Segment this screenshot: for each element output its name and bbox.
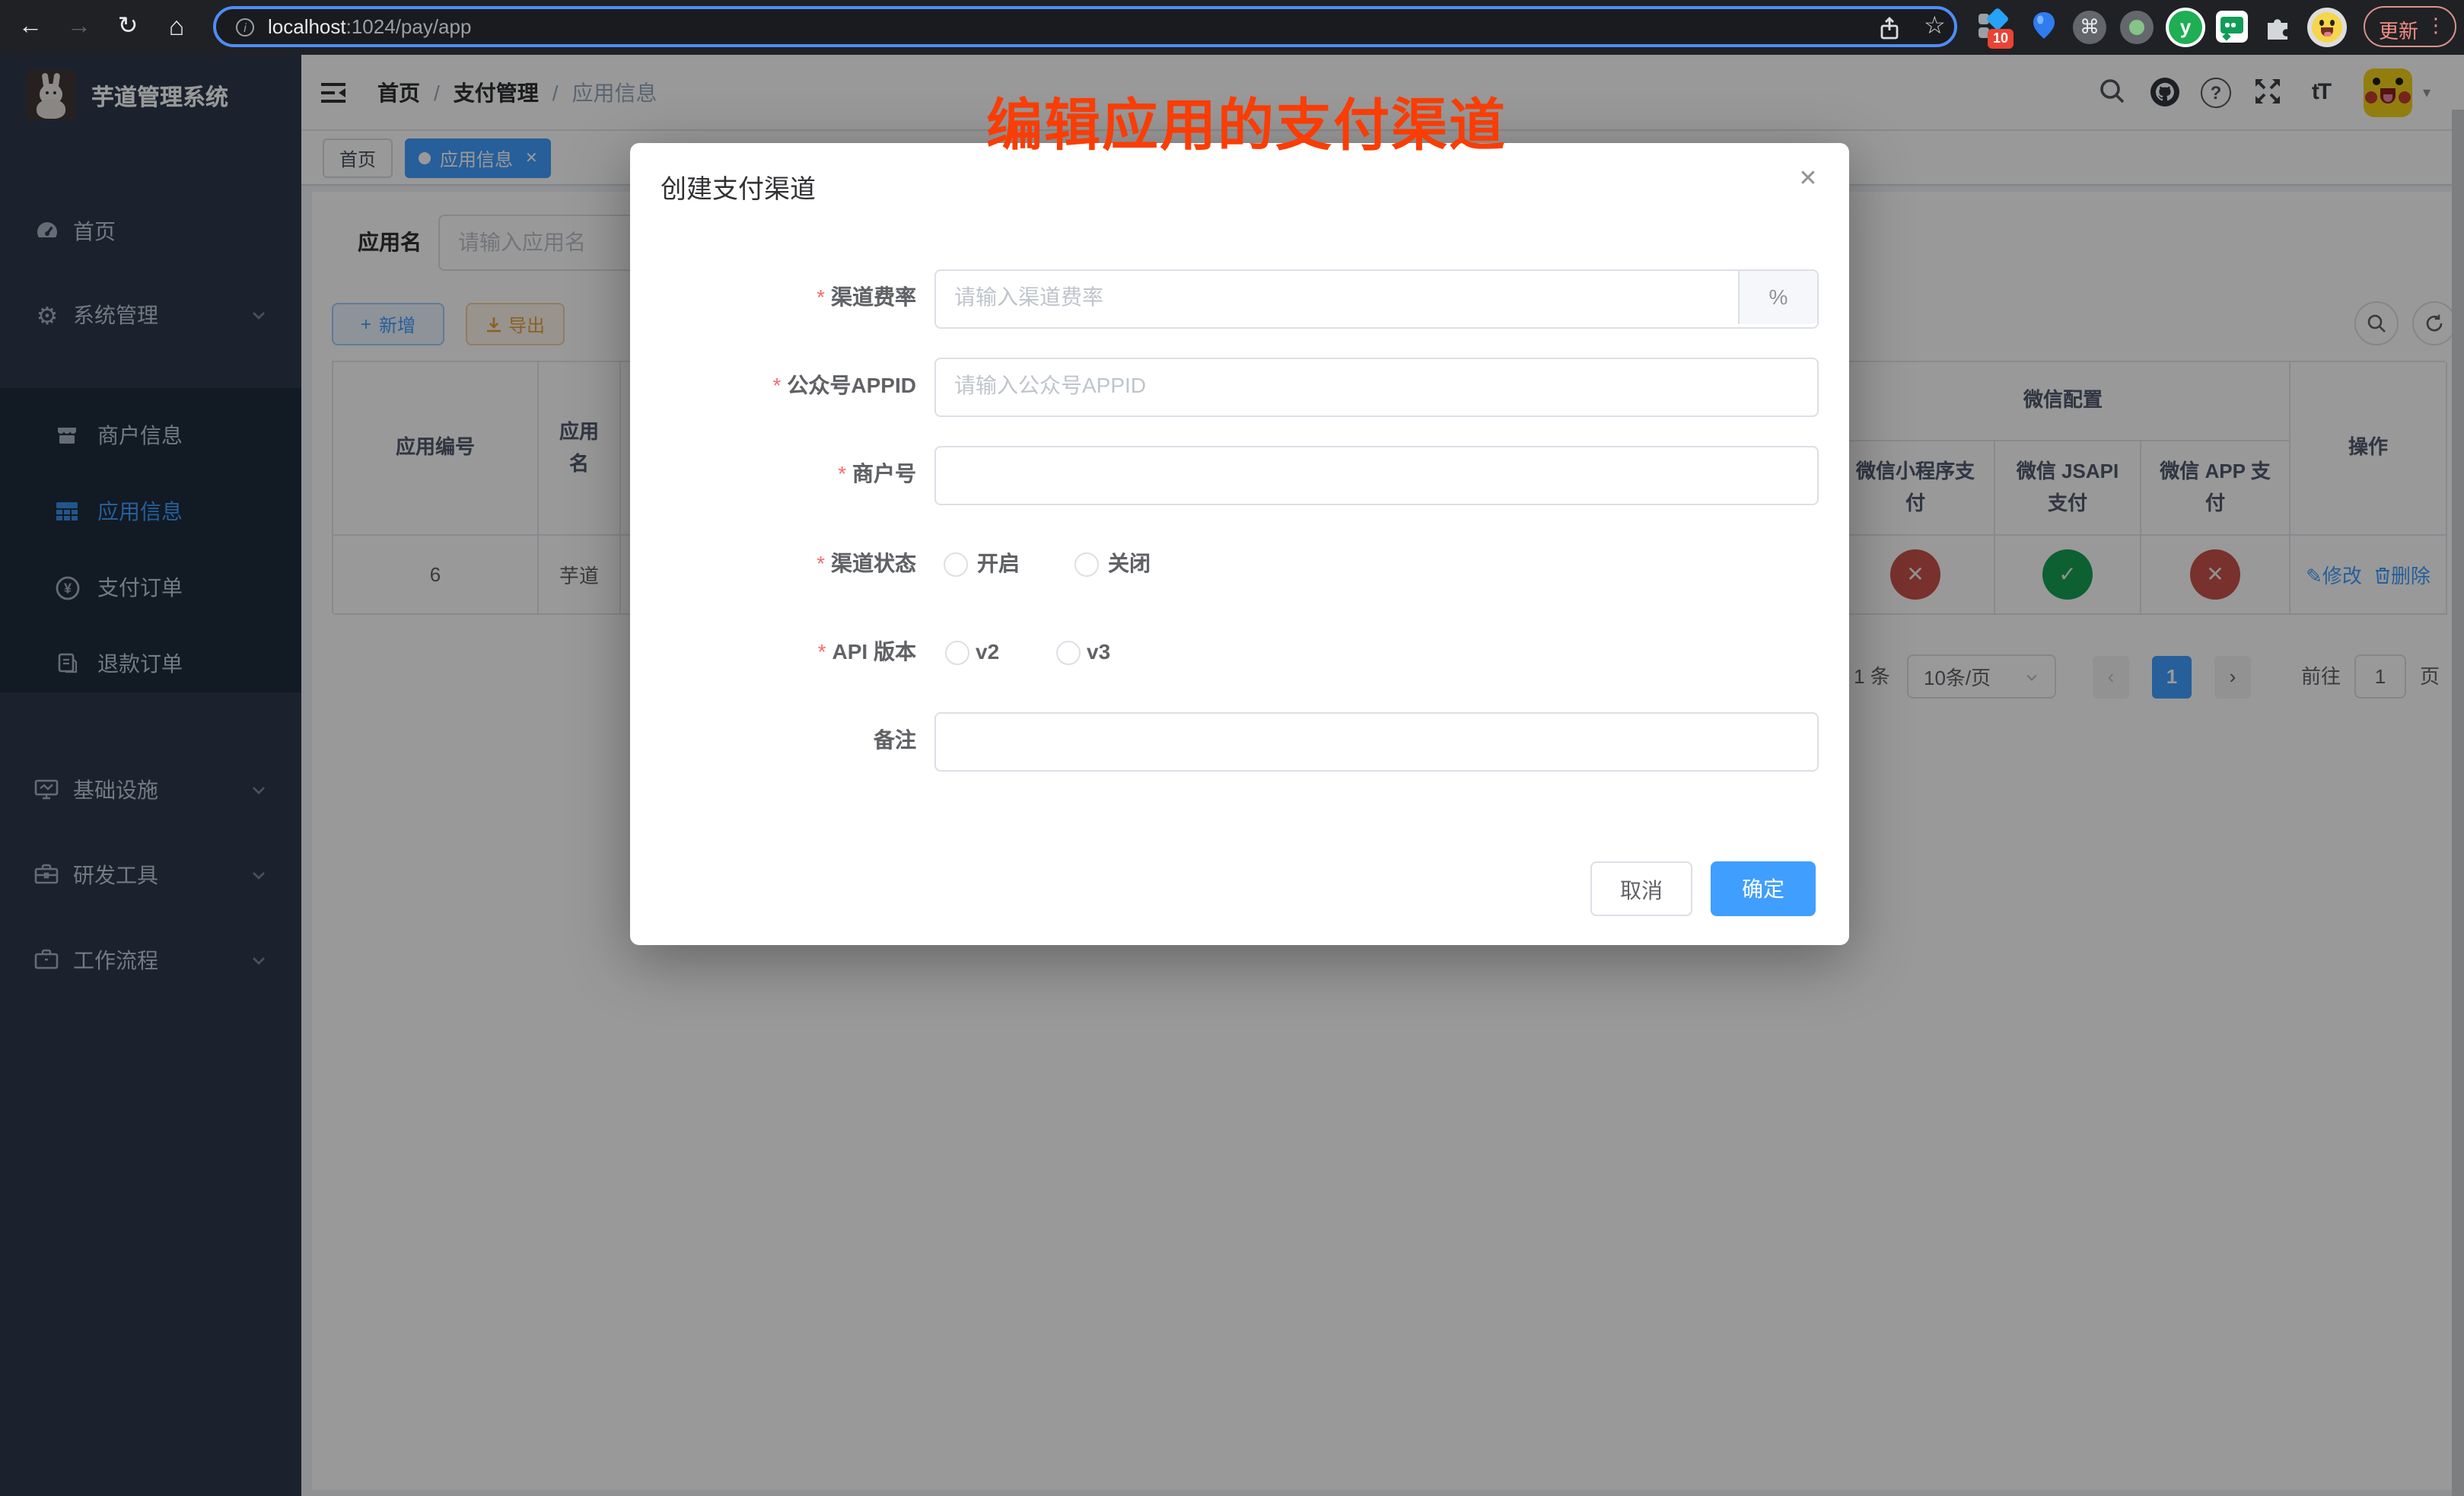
required-asterisk: * [838, 461, 846, 485]
radio-status-closed[interactable] [1074, 552, 1099, 577]
field-row-status: *渠道状态 开启 关闭 [630, 536, 1849, 592]
create-payment-channel-dialog: 创建支付渠道 ✕ *渠道费率 请输入渠道费率 % *公众号APPID 请输入公众… [630, 143, 1849, 945]
rate-input[interactable]: 请输入渠道费率 % [934, 269, 1819, 329]
puzzle-extensions-icon[interactable] [2262, 9, 2298, 46]
field-row-rate: *渠道费率 请输入渠道费率 % [630, 269, 1849, 326]
y-extension-icon[interactable]: y [2166, 8, 2205, 47]
cancel-button[interactable]: 取消 [1590, 861, 1692, 916]
browser-update-button[interactable]: 更新 ⋮ [2364, 6, 2456, 47]
bookmark-star-icon[interactable]: ☆ [1924, 11, 1946, 41]
annotation-text: 编辑应用的支付渠道 [986, 79, 1507, 161]
update-label: 更新 [2379, 15, 2418, 44]
required-asterisk: * [817, 285, 825, 309]
recorder-extension-icon[interactable] [2120, 11, 2154, 44]
extension-badge: 10 [1988, 29, 2014, 49]
site-info-icon[interactable]: i [236, 18, 254, 37]
dialog-title: 创建支付渠道 [661, 167, 816, 205]
emoji-extension-icon[interactable] [2307, 8, 2347, 47]
radio-status-open[interactable] [944, 552, 968, 577]
command-extension-icon[interactable]: ⌘ [2073, 11, 2106, 44]
radio-api-v3[interactable] [1056, 641, 1081, 665]
appid-input[interactable]: 请输入公众号APPID [934, 358, 1819, 417]
required-asterisk: * [818, 639, 826, 664]
required-asterisk: * [817, 551, 825, 575]
dialog-close-icon[interactable]: ✕ [1793, 164, 1823, 195]
merchant-input[interactable] [934, 446, 1819, 505]
browser-reload-icon[interactable]: ↻ [110, 9, 146, 46]
field-row-remark: 备注 [630, 712, 1849, 769]
url-text: localhost:1024/pay/app [268, 9, 471, 44]
chat-extension-icon[interactable] [2216, 11, 2248, 43]
browser-forward-icon[interactable]: → [61, 9, 97, 46]
tab-manager-extension-icon[interactable]: 10 [1977, 9, 2014, 46]
percent-suffix: % [1738, 271, 1817, 324]
share-icon[interactable] [1878, 17, 1901, 41]
confirm-button[interactable]: 确定 [1711, 861, 1816, 916]
remark-input[interactable] [934, 712, 1819, 772]
required-asterisk: * [773, 373, 782, 397]
address-bar[interactable]: i localhost:1024/pay/app ☆ [213, 6, 1957, 47]
browser-back-icon[interactable]: ← [12, 9, 49, 46]
kebab-menu-icon[interactable]: ⋮ [2426, 14, 2446, 38]
browser-toolbar: ← → ↻ ⌂ i localhost:1024/pay/app ☆ 10 ⌘ … [0, 0, 2464, 55]
field-row-merchant: *商户号 [630, 446, 1849, 502]
balloon-extension-icon[interactable] [2027, 9, 2064, 46]
browser-home-icon[interactable]: ⌂ [158, 9, 195, 46]
field-row-api-version: *API 版本 v2 v3 [630, 624, 1849, 680]
field-row-appid: *公众号APPID 请输入公众号APPID [630, 358, 1849, 414]
radio-api-v2[interactable] [945, 641, 969, 665]
